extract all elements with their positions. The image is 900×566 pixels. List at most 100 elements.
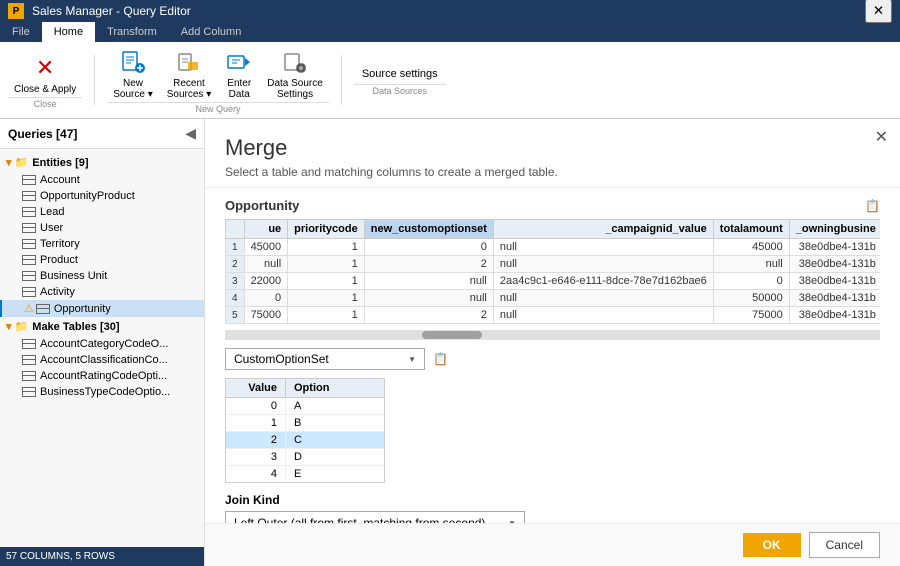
data-source-settings-label: Data SourceSettings [267, 78, 323, 100]
cell-ue: 75000 [244, 307, 288, 324]
option-label: A [286, 398, 384, 414]
close-apply-button[interactable]: ✕ Close & Apply [8, 52, 82, 97]
table-icon-lead [22, 207, 36, 217]
tab-home[interactable]: Home [42, 22, 95, 42]
separator-1 [94, 55, 95, 105]
cancel-button[interactable]: Cancel [809, 532, 880, 558]
table-row[interactable]: 5 75000 1 2 null 75000 38e0dbe4-131b [226, 307, 881, 324]
option-rows: 0 A 1 B 2 C 3 D 4 E [226, 398, 384, 482]
option-row[interactable]: 1 B [226, 415, 384, 432]
enter-data-button[interactable]: EnterData [219, 46, 259, 102]
join-section: Join Kind Left Outer (all from first, ma… [225, 493, 880, 523]
sidebar-item-lead[interactable]: Lead [0, 204, 204, 220]
source-settings-label: Source settings [354, 64, 446, 84]
cell-customoptionset: 2 [364, 307, 493, 324]
col-header-campaignid: _campaignid_value [493, 220, 713, 239]
sidebar-item-business-type[interactable]: BusinessTypeCodeOptio... [0, 384, 204, 400]
cell-campaignid: 2aa4c9c1-e646-e111-8dce-78e7d162bae6 [493, 273, 713, 290]
sidebar-item-account-category[interactable]: AccountCategoryCodeO... [0, 336, 204, 352]
cell-campaignid: null [493, 256, 713, 273]
recent-sources-button[interactable]: RecentSources ▾ [161, 46, 217, 102]
col-header-ue: ue [244, 220, 288, 239]
sidebar-item-product[interactable]: Product [0, 252, 204, 268]
col-header-customoptionset[interactable]: new_customoptionset [364, 220, 493, 239]
new-source-icon [119, 48, 147, 76]
sidebar-item-label: AccountRatingCodeOpti... [40, 370, 167, 382]
data-source-settings-button[interactable]: Data SourceSettings [261, 46, 329, 102]
ribbon: File Home Transform Add Column ✕ Close &… [0, 22, 900, 119]
option-value: 2 [226, 432, 286, 448]
copy-icon[interactable]: 📋 [865, 199, 880, 213]
ribbon-content: ✕ Close & Apply Close NewSource ▾ [0, 42, 900, 118]
enter-data-label: EnterData [227, 78, 251, 100]
table-scrollbar[interactable] [225, 330, 880, 340]
sidebar-item-label: User [40, 222, 63, 234]
option-row[interactable]: 2 C [226, 432, 384, 449]
sidebar-item-activity[interactable]: Activity [0, 284, 204, 300]
merge-dialog: ✕ Merge Select a table and matching colu… [205, 119, 900, 566]
cell-prioritycode: 1 [288, 290, 365, 307]
tab-add-column[interactable]: Add Column [169, 22, 254, 42]
dialog-footer: OK Cancel [205, 523, 900, 566]
option-row[interactable]: 4 E [226, 466, 384, 482]
new-source-label: NewSource ▾ [113, 78, 152, 100]
opportunity-table-wrapper[interactable]: ue prioritycode new_customoptionset _cam… [225, 219, 880, 330]
row-num: 1 [226, 239, 245, 256]
sidebar-item-label: AccountCategoryCodeO... [40, 338, 168, 350]
join-kind-dropdown[interactable]: Left Outer (all from first, matching fro… [225, 511, 525, 523]
sidebar-item-account-rating[interactable]: AccountRatingCodeOpti... [0, 368, 204, 384]
app-title: Sales Manager - Query Editor [32, 4, 865, 18]
copy-icon-2[interactable]: 📋 [433, 352, 448, 366]
sidebar-collapse-button[interactable]: ◀ [185, 125, 196, 142]
separator-2 [341, 55, 342, 105]
col-header-rownum [226, 220, 245, 239]
row-num: 5 [226, 307, 245, 324]
app-icon: P [8, 3, 24, 19]
ok-button[interactable]: OK [743, 533, 801, 557]
table-row[interactable]: 1 45000 1 0 null 45000 38e0dbe4-131b [226, 239, 881, 256]
new-query-group: NewSource ▾ RecentSources ▾ EnterData [107, 46, 329, 114]
table-row[interactable]: 4 0 1 null null 50000 38e0dbe4-131b [226, 290, 881, 307]
table-icon-activity [22, 287, 36, 297]
sidebar-header: Queries [47] ◀ [0, 119, 204, 149]
sidebar-item-account[interactable]: Account [0, 172, 204, 188]
sidebar-item-business-unit[interactable]: Business Unit [0, 268, 204, 284]
sidebar-item-label: Territory [40, 238, 80, 250]
close-apply-label: Close & Apply [14, 84, 76, 95]
cell-ue: null [244, 256, 288, 273]
customoptionset-dropdown[interactable]: CustomOptionSet ▼ [225, 348, 425, 370]
option-label: C [286, 432, 384, 448]
cell-totalamount: 75000 [713, 307, 789, 324]
option-row[interactable]: 3 D [226, 449, 384, 466]
table-row[interactable]: 2 null 1 2 null null 38e0dbe4-131b [226, 256, 881, 273]
option-row[interactable]: 0 A [226, 398, 384, 415]
entities-group: ▾ 📁 Entities [9] Account OpportunityProd… [0, 153, 204, 317]
table-icon-account [22, 175, 36, 185]
option-value: 1 [226, 415, 286, 431]
ribbon-tabs: File Home Transform Add Column [0, 22, 900, 42]
sidebar-item-opportunity[interactable]: ⚠ Opportunity [0, 300, 204, 317]
data-sources-group-label: Data Sources [354, 84, 446, 96]
sidebar-item-label: Product [40, 254, 78, 266]
cell-totalamount: 0 [713, 273, 789, 290]
col-header-prioritycode: prioritycode [288, 220, 365, 239]
new-source-button[interactable]: NewSource ▾ [107, 46, 158, 102]
merge-title: Merge [225, 135, 880, 161]
dialog-close-button[interactable]: ✕ [875, 127, 888, 147]
merge-body: Opportunity 📋 ue prioritycode new_custom… [205, 188, 900, 523]
sidebar-tree: ▾ 📁 Entities [9] Account OpportunityProd… [0, 149, 204, 547]
window-close-button[interactable]: ✕ [865, 0, 892, 23]
tab-file[interactable]: File [0, 22, 42, 42]
make-tables-group-header[interactable]: ▾ 📁 Make Tables [30] [0, 317, 204, 336]
entities-group-header[interactable]: ▾ 📁 Entities [9] [0, 153, 204, 172]
tab-transform[interactable]: Transform [95, 22, 169, 42]
sidebar-item-user[interactable]: User [0, 220, 204, 236]
row-num: 3 [226, 273, 245, 290]
recent-sources-icon [175, 48, 203, 76]
opportunity-table: ue prioritycode new_customoptionset _cam… [225, 219, 880, 324]
sidebar-item-opportunity-product[interactable]: OpportunityProduct [0, 188, 204, 204]
sidebar-item-territory[interactable]: Territory [0, 236, 204, 252]
cell-prioritycode: 1 [288, 256, 365, 273]
table-row[interactable]: 3 22000 1 null 2aa4c9c1-e646-e111-8dce-7… [226, 273, 881, 290]
sidebar-item-account-classification[interactable]: AccountClassificationCo... [0, 352, 204, 368]
